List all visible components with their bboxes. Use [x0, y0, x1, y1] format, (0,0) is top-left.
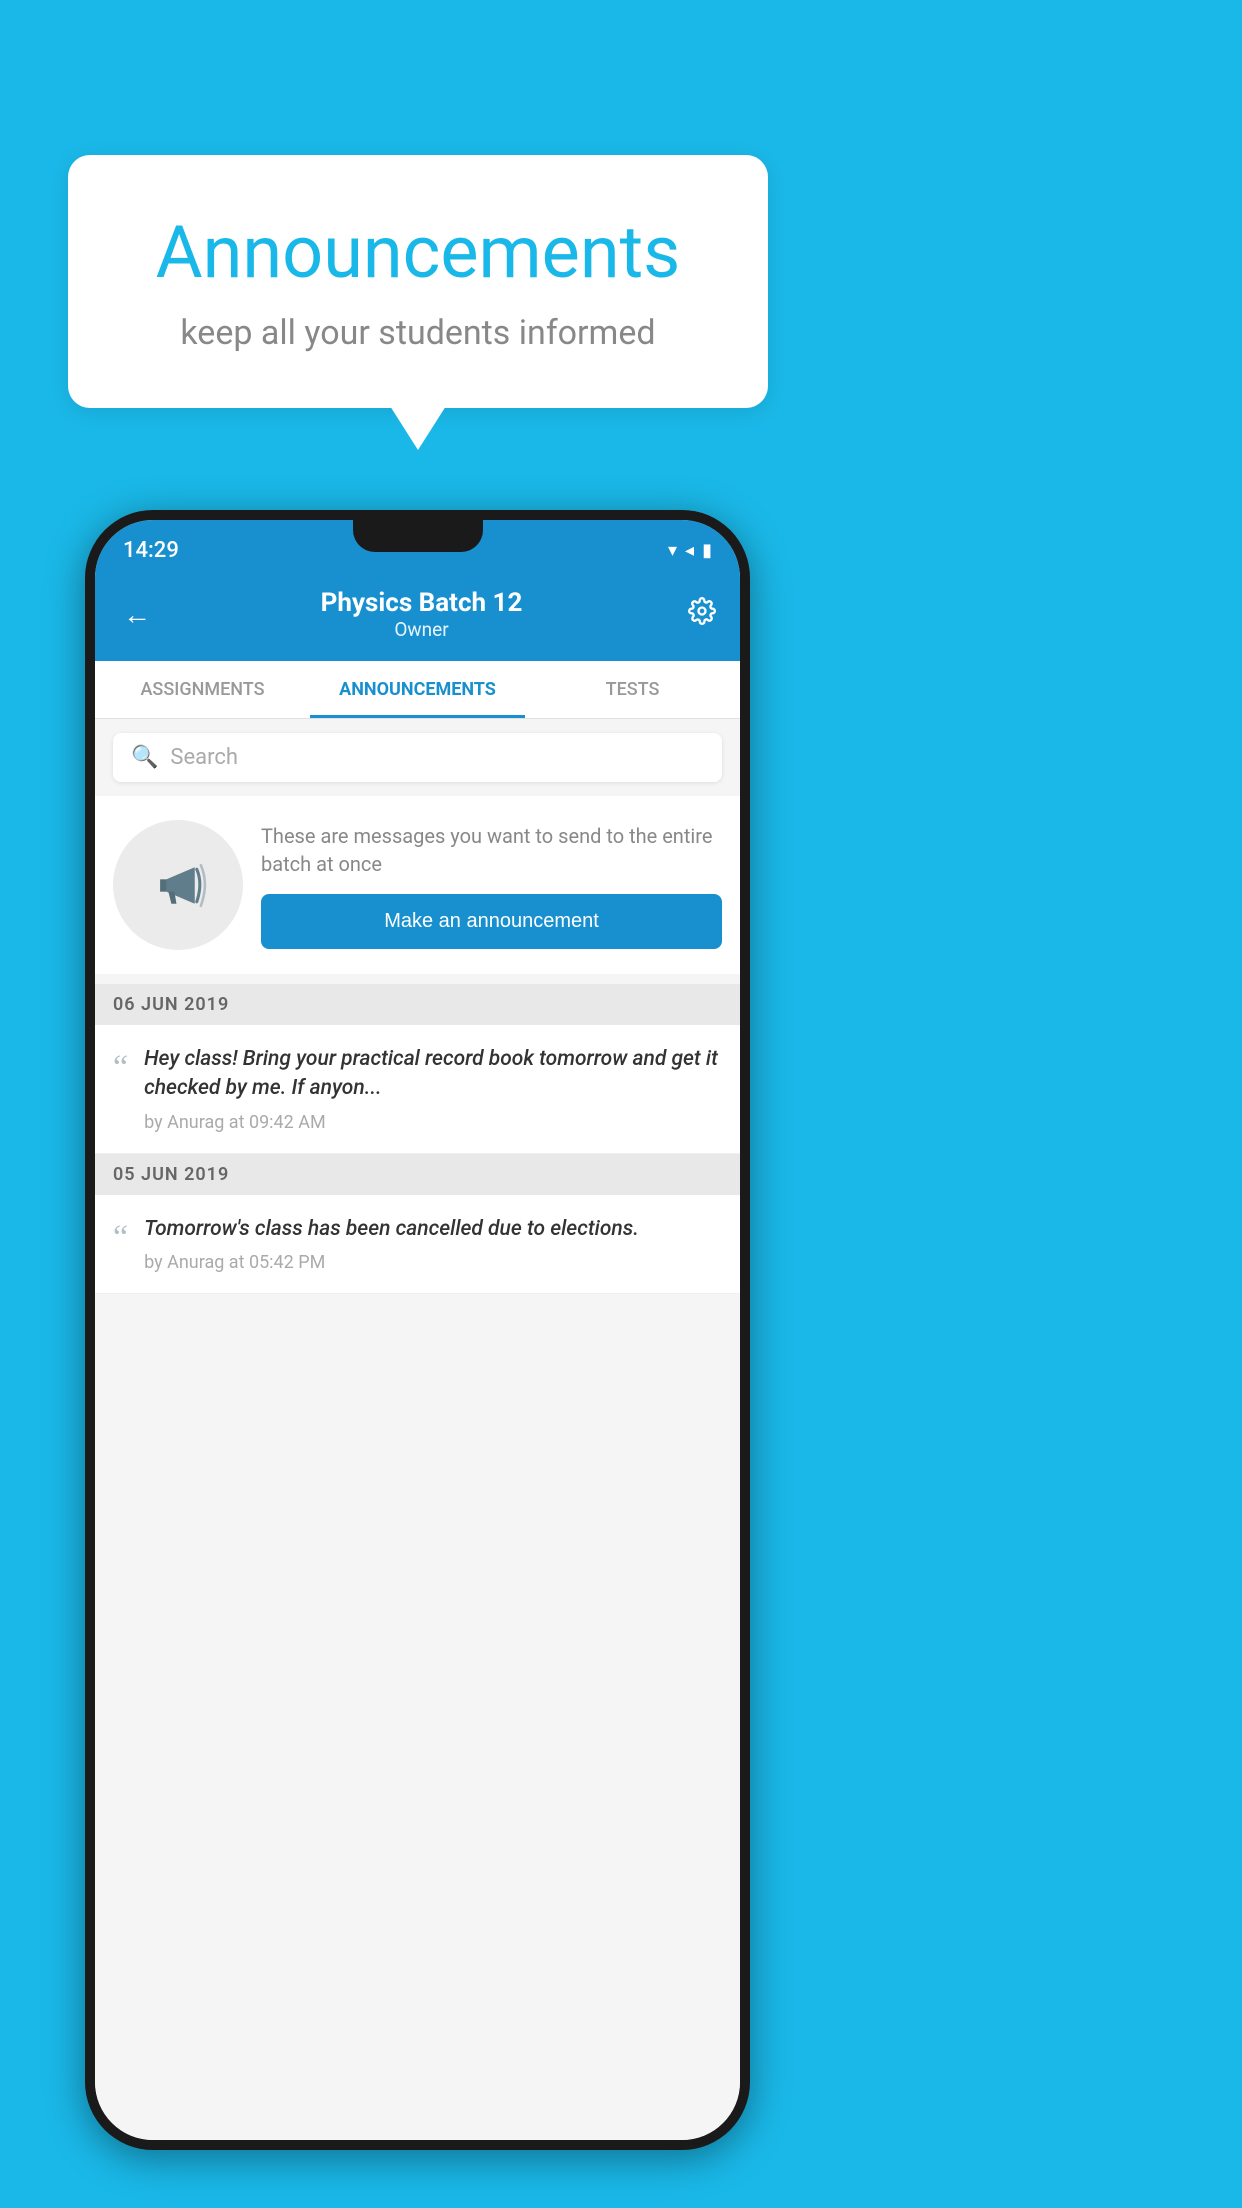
status-time: 14:29 — [123, 538, 179, 563]
header-center: Physics Batch 12 Owner — [155, 588, 688, 641]
search-icon: 🔍 — [131, 745, 158, 770]
quote-icon-1: “ — [113, 1049, 128, 1087]
announcement-item-1[interactable]: “ Hey class! Bring your practical record… — [95, 1025, 740, 1154]
announcement-content-1: Hey class! Bring your practical record b… — [144, 1045, 722, 1133]
phone-notch — [353, 520, 483, 552]
announcement-promo: These are messages you want to send to t… — [95, 796, 740, 974]
tab-assignments[interactable]: ASSIGNMENTS — [95, 661, 310, 718]
bubble-title: Announcements — [108, 210, 728, 295]
announcement-meta-1: by Anurag at 09:42 AM — [144, 1112, 722, 1133]
announcement-meta-2: by Anurag at 05:42 PM — [144, 1252, 639, 1273]
status-icons: ▾ ◂ ▮ — [668, 540, 712, 561]
header-title: Physics Batch 12 — [155, 588, 688, 618]
speech-bubble: Announcements keep all your students inf… — [68, 155, 768, 408]
date-separator-2: 05 JUN 2019 — [95, 1154, 740, 1195]
promo-right: These are messages you want to send to t… — [261, 822, 722, 949]
back-button[interactable]: ← — [119, 594, 155, 635]
announcement-item-2[interactable]: “ Tomorrow's class has been cancelled du… — [95, 1195, 740, 1294]
speech-bubble-container: Announcements keep all your students inf… — [68, 155, 768, 408]
screen-content: 14:29 ▾ ◂ ▮ ← Physics Batch 12 Owner — [95, 520, 740, 2140]
phone-mockup: 14:29 ▾ ◂ ▮ ← Physics Batch 12 Owner — [85, 510, 750, 2150]
header-subtitle: Owner — [155, 618, 688, 641]
tab-announcements[interactable]: ANNOUNCEMENTS — [310, 661, 525, 718]
bubble-subtitle: keep all your students informed — [108, 313, 728, 353]
announcement-content-2: Tomorrow's class has been cancelled due … — [144, 1215, 639, 1273]
phone-screen: 14:29 ▾ ◂ ▮ ← Physics Batch 12 Owner — [95, 520, 740, 2140]
quote-icon-2: “ — [113, 1219, 128, 1257]
wifi-icon: ▾ — [668, 540, 677, 561]
main-content: 🔍 Search These — [95, 719, 740, 2140]
make-announcement-button[interactable]: Make an announcement — [261, 894, 722, 949]
promo-description: These are messages you want to send to t… — [261, 822, 722, 878]
date-separator-1: 06 JUN 2019 — [95, 984, 740, 1025]
tabs-container: ASSIGNMENTS ANNOUNCEMENTS TESTS — [95, 661, 740, 719]
promo-icon-circle — [113, 820, 243, 950]
signal-icon: ◂ — [685, 540, 694, 561]
settings-button[interactable] — [688, 597, 716, 632]
search-placeholder: Search — [170, 745, 238, 770]
battery-icon: ▮ — [702, 540, 712, 561]
search-bar[interactable]: 🔍 Search — [113, 733, 722, 782]
app-header: ← Physics Batch 12 Owner — [95, 572, 740, 661]
tab-tests[interactable]: TESTS — [525, 661, 740, 718]
megaphone-icon — [146, 853, 211, 918]
announcement-text-2: Tomorrow's class has been cancelled due … — [144, 1215, 639, 1244]
announcement-text-1: Hey class! Bring your practical record b… — [144, 1045, 722, 1104]
